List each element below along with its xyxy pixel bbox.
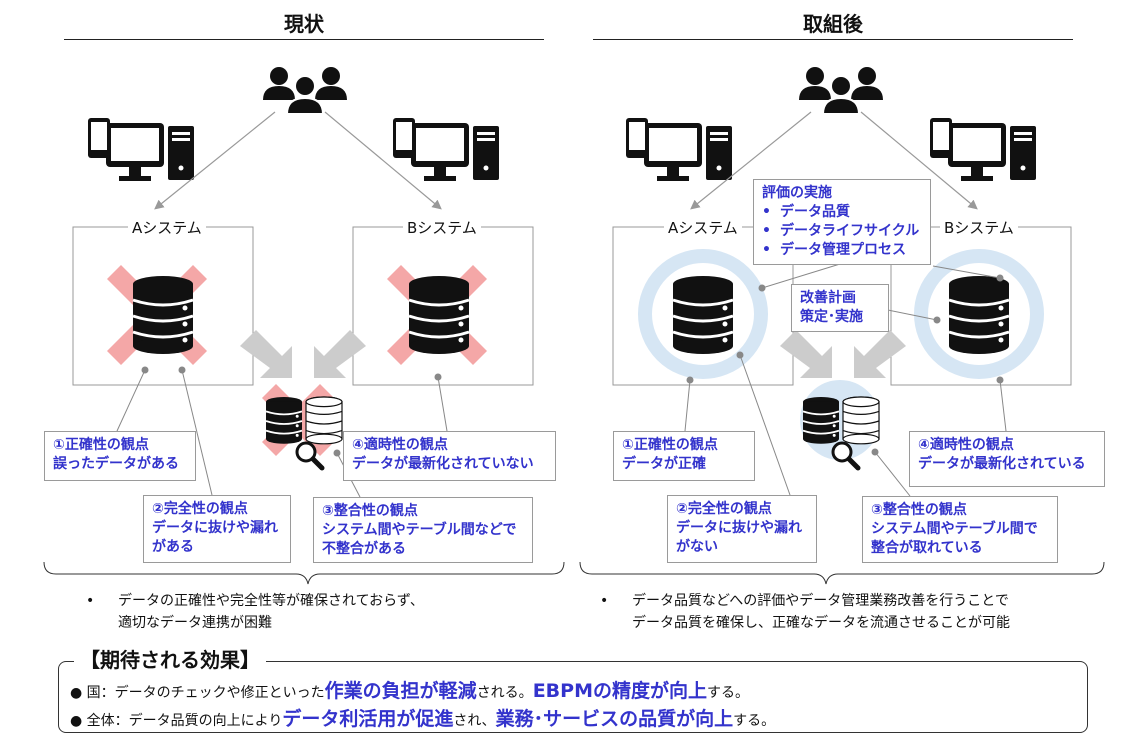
effect-text: 全体：データ品質の向上により (86, 713, 283, 729)
effect-text: 国：データのチェックや修正といった (86, 685, 325, 701)
callout-line: データが最新化されている (918, 456, 1086, 472)
right-title-underline (593, 39, 1073, 40)
callout-line: ④適時性の観点 (352, 437, 448, 453)
bullet: ● (70, 713, 87, 729)
effect-text: する。 (706, 685, 749, 701)
effect-line-national: ● 国：データのチェックや修正といった作業の負担が軽減される。EBPMの精度が向… (70, 676, 749, 703)
callout-line: がない (676, 539, 718, 555)
callout-line: 誤ったデータがある (53, 456, 179, 472)
callout-line: データが最新化されていない (352, 456, 534, 472)
callout-completeness: ②完全性の観点 データに抜けや漏れ がない (667, 495, 817, 563)
effect-highlight: データ利活用が促進 (282, 708, 454, 730)
callout-line: ④適時性の観点 (918, 437, 1014, 453)
effects-title: 【期待される効果】 (74, 644, 266, 673)
pc-icon (626, 118, 732, 181)
evaluation-item: • データ管理プロセス (762, 242, 906, 258)
database-icon (407, 274, 471, 356)
bullet: • (86, 593, 95, 609)
evaluation-box: 評価の実施 • データ品質 • データライフサイクル • データ管理プロセス (753, 179, 931, 265)
users-icon (798, 66, 884, 115)
right-note: • データ品質などへの評価やデータ管理業務改善を行うことで データ品質を確保し、正… (600, 590, 1120, 634)
callout-accuracy: ①正確性の観点 データが正確 (613, 431, 755, 481)
system-a-label: Aシステム (664, 217, 742, 238)
evaluation-item: • データライフサイクル (762, 223, 920, 239)
evaluation-item: • データ品質 (762, 204, 850, 220)
callout-line: システム間やテーブル間で (871, 521, 1038, 537)
plan-line: 策定･実施 (800, 309, 863, 325)
callout-line: 整合が取れている (871, 540, 983, 556)
callout-line: データに抜けや漏れ (152, 520, 278, 536)
database-icon (947, 274, 1011, 356)
left-title: 現状 (284, 12, 324, 36)
note-line: データ品質を確保し、正確なデータを流通させることが可能 (632, 615, 1010, 631)
callout-consistency: ③整合性の観点 システム間やテーブル間で 整合が取れている (862, 496, 1058, 563)
callout-line: ③整合性の観点 (322, 503, 418, 519)
note-line: 適切なデータ連携が困難 (118, 615, 272, 631)
callout-line: データが正確 (622, 456, 706, 472)
callout-line: ③整合性の観点 (871, 502, 967, 518)
callout-completeness: ②完全性の観点 データに抜けや漏れ がある (143, 495, 291, 563)
bullet: ● (70, 685, 87, 701)
pc-icon (88, 118, 194, 181)
pc-icon (393, 118, 499, 181)
right-title: 取組後 (803, 12, 863, 36)
system-b-label: Bシステム (940, 217, 1018, 238)
effect-text: する。 (733, 713, 776, 729)
effect-line-overall: ● 全体：データ品質の向上によりデータ利活用が促進され、業務･サービスの品質が向… (70, 704, 775, 731)
database-icon (131, 274, 195, 356)
note-line: データ品質などへの評価やデータ管理業務改善を行うことで (632, 593, 1009, 609)
callout-line: システム間やテーブル間などで (322, 522, 517, 538)
callout-line: 不整合がある (322, 541, 406, 557)
left-title-underline (64, 39, 544, 40)
callout-line: データに抜けや漏れ (676, 520, 802, 536)
users-icon (262, 66, 348, 115)
callout-line: がある (152, 539, 194, 555)
bullet: • (600, 593, 609, 609)
callout-accuracy: ①正確性の観点 誤ったデータがある (44, 431, 196, 481)
effect-highlight: 業務･サービスの品質が向上 (495, 708, 734, 730)
callout-line: ②完全性の観点 (152, 501, 248, 517)
effect-text: され、 (453, 713, 496, 729)
pc-icon (930, 118, 1036, 181)
effect-highlight: 作業の負担が軽減 (324, 680, 477, 702)
note-line: データの正確性や完全性等が確保されておらず、 (118, 593, 424, 609)
plan-line: 改善計画 (800, 290, 856, 306)
system-b-label: Bシステム (403, 217, 481, 238)
effect-highlight: EBPMの精度が向上 (532, 680, 707, 702)
callout-consistency: ③整合性の観点 システム間やテーブル間などで 不整合がある (313, 497, 533, 563)
callout-timeliness: ④適時性の観点 データが最新化されていない (343, 431, 556, 481)
callout-timeliness: ④適時性の観点 データが最新化されている (909, 431, 1105, 487)
system-a-label: Aシステム (128, 217, 206, 238)
callout-line: ②完全性の観点 (676, 501, 772, 517)
left-note: • データの正確性や完全性等が確保されておらず、 適切なデータ連携が困難 (86, 590, 536, 634)
improvement-plan-box: 改善計画 策定･実施 (791, 284, 889, 332)
evaluation-title: 評価の実施 (762, 185, 832, 201)
callout-line: ①正確性の観点 (622, 437, 718, 453)
callout-line: ①正確性の観点 (53, 437, 149, 453)
database-icon (671, 274, 735, 356)
effect-text: される。 (476, 685, 533, 701)
